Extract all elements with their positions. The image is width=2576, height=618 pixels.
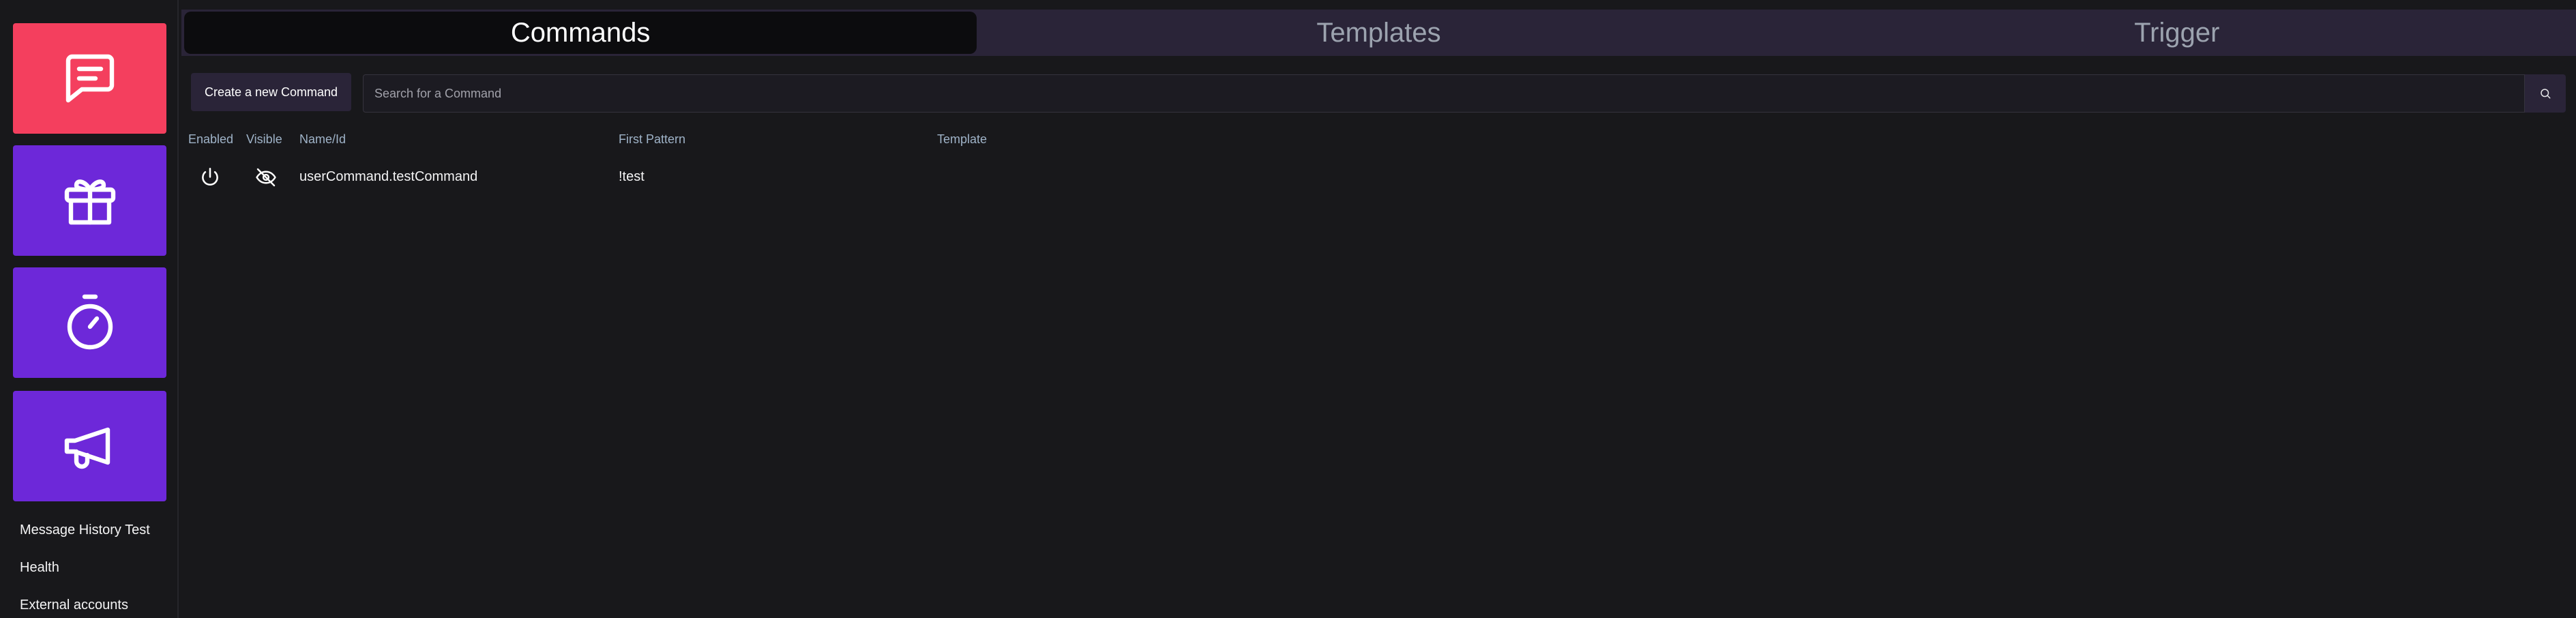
column-header-first-pattern: First Pattern — [619, 132, 686, 146]
chat-icon — [65, 54, 114, 103]
enabled-toggle[interactable] — [196, 164, 224, 191]
column-header-visible: Visible — [246, 132, 282, 146]
megaphone-icon — [64, 427, 110, 469]
sidebar-link-health[interactable]: Health — [20, 560, 59, 576]
tab-trigger[interactable]: Trigger — [1781, 12, 2573, 54]
search-icon — [2541, 89, 2551, 99]
sidebar-tile-gift[interactable] — [13, 145, 166, 256]
column-header-template: Template — [937, 132, 988, 146]
search-button[interactable] — [2525, 74, 2566, 113]
sidebar-link-external-accounts[interactable]: External accounts — [20, 598, 128, 613]
power-icon — [202, 167, 218, 186]
sidebar-tile-megaphone[interactable] — [13, 391, 166, 501]
eye-off-icon — [256, 168, 276, 187]
column-header-enabled: Enabled — [188, 132, 234, 146]
app-root: Message History Test Health External acc… — [0, 0, 2576, 618]
column-header-name: Name/Id — [299, 132, 346, 146]
visible-toggle[interactable] — [252, 164, 280, 191]
sidebar-tile-timer[interactable] — [13, 267, 166, 378]
tab-bar: Commands Templates Trigger — [181, 10, 2576, 56]
tab-templates[interactable]: Templates — [982, 12, 1775, 54]
table-row[interactable]: userCommand.testCommand !test — [184, 157, 2564, 199]
timer-icon — [67, 294, 113, 350]
sidebar-link-message-history[interactable]: Message History Test — [20, 523, 150, 538]
tab-commands[interactable]: Commands — [184, 12, 977, 54]
create-command-button[interactable]: Create a new Command — [191, 73, 351, 111]
sidebar: Message History Test Health External acc… — [0, 0, 179, 618]
search-input[interactable] — [363, 74, 2525, 113]
sidebar-tile-chat[interactable] — [13, 23, 166, 134]
command-name[interactable]: userCommand.testCommand — [299, 169, 477, 185]
command-first-pattern: !test — [619, 169, 645, 184]
gift-icon — [64, 179, 115, 225]
